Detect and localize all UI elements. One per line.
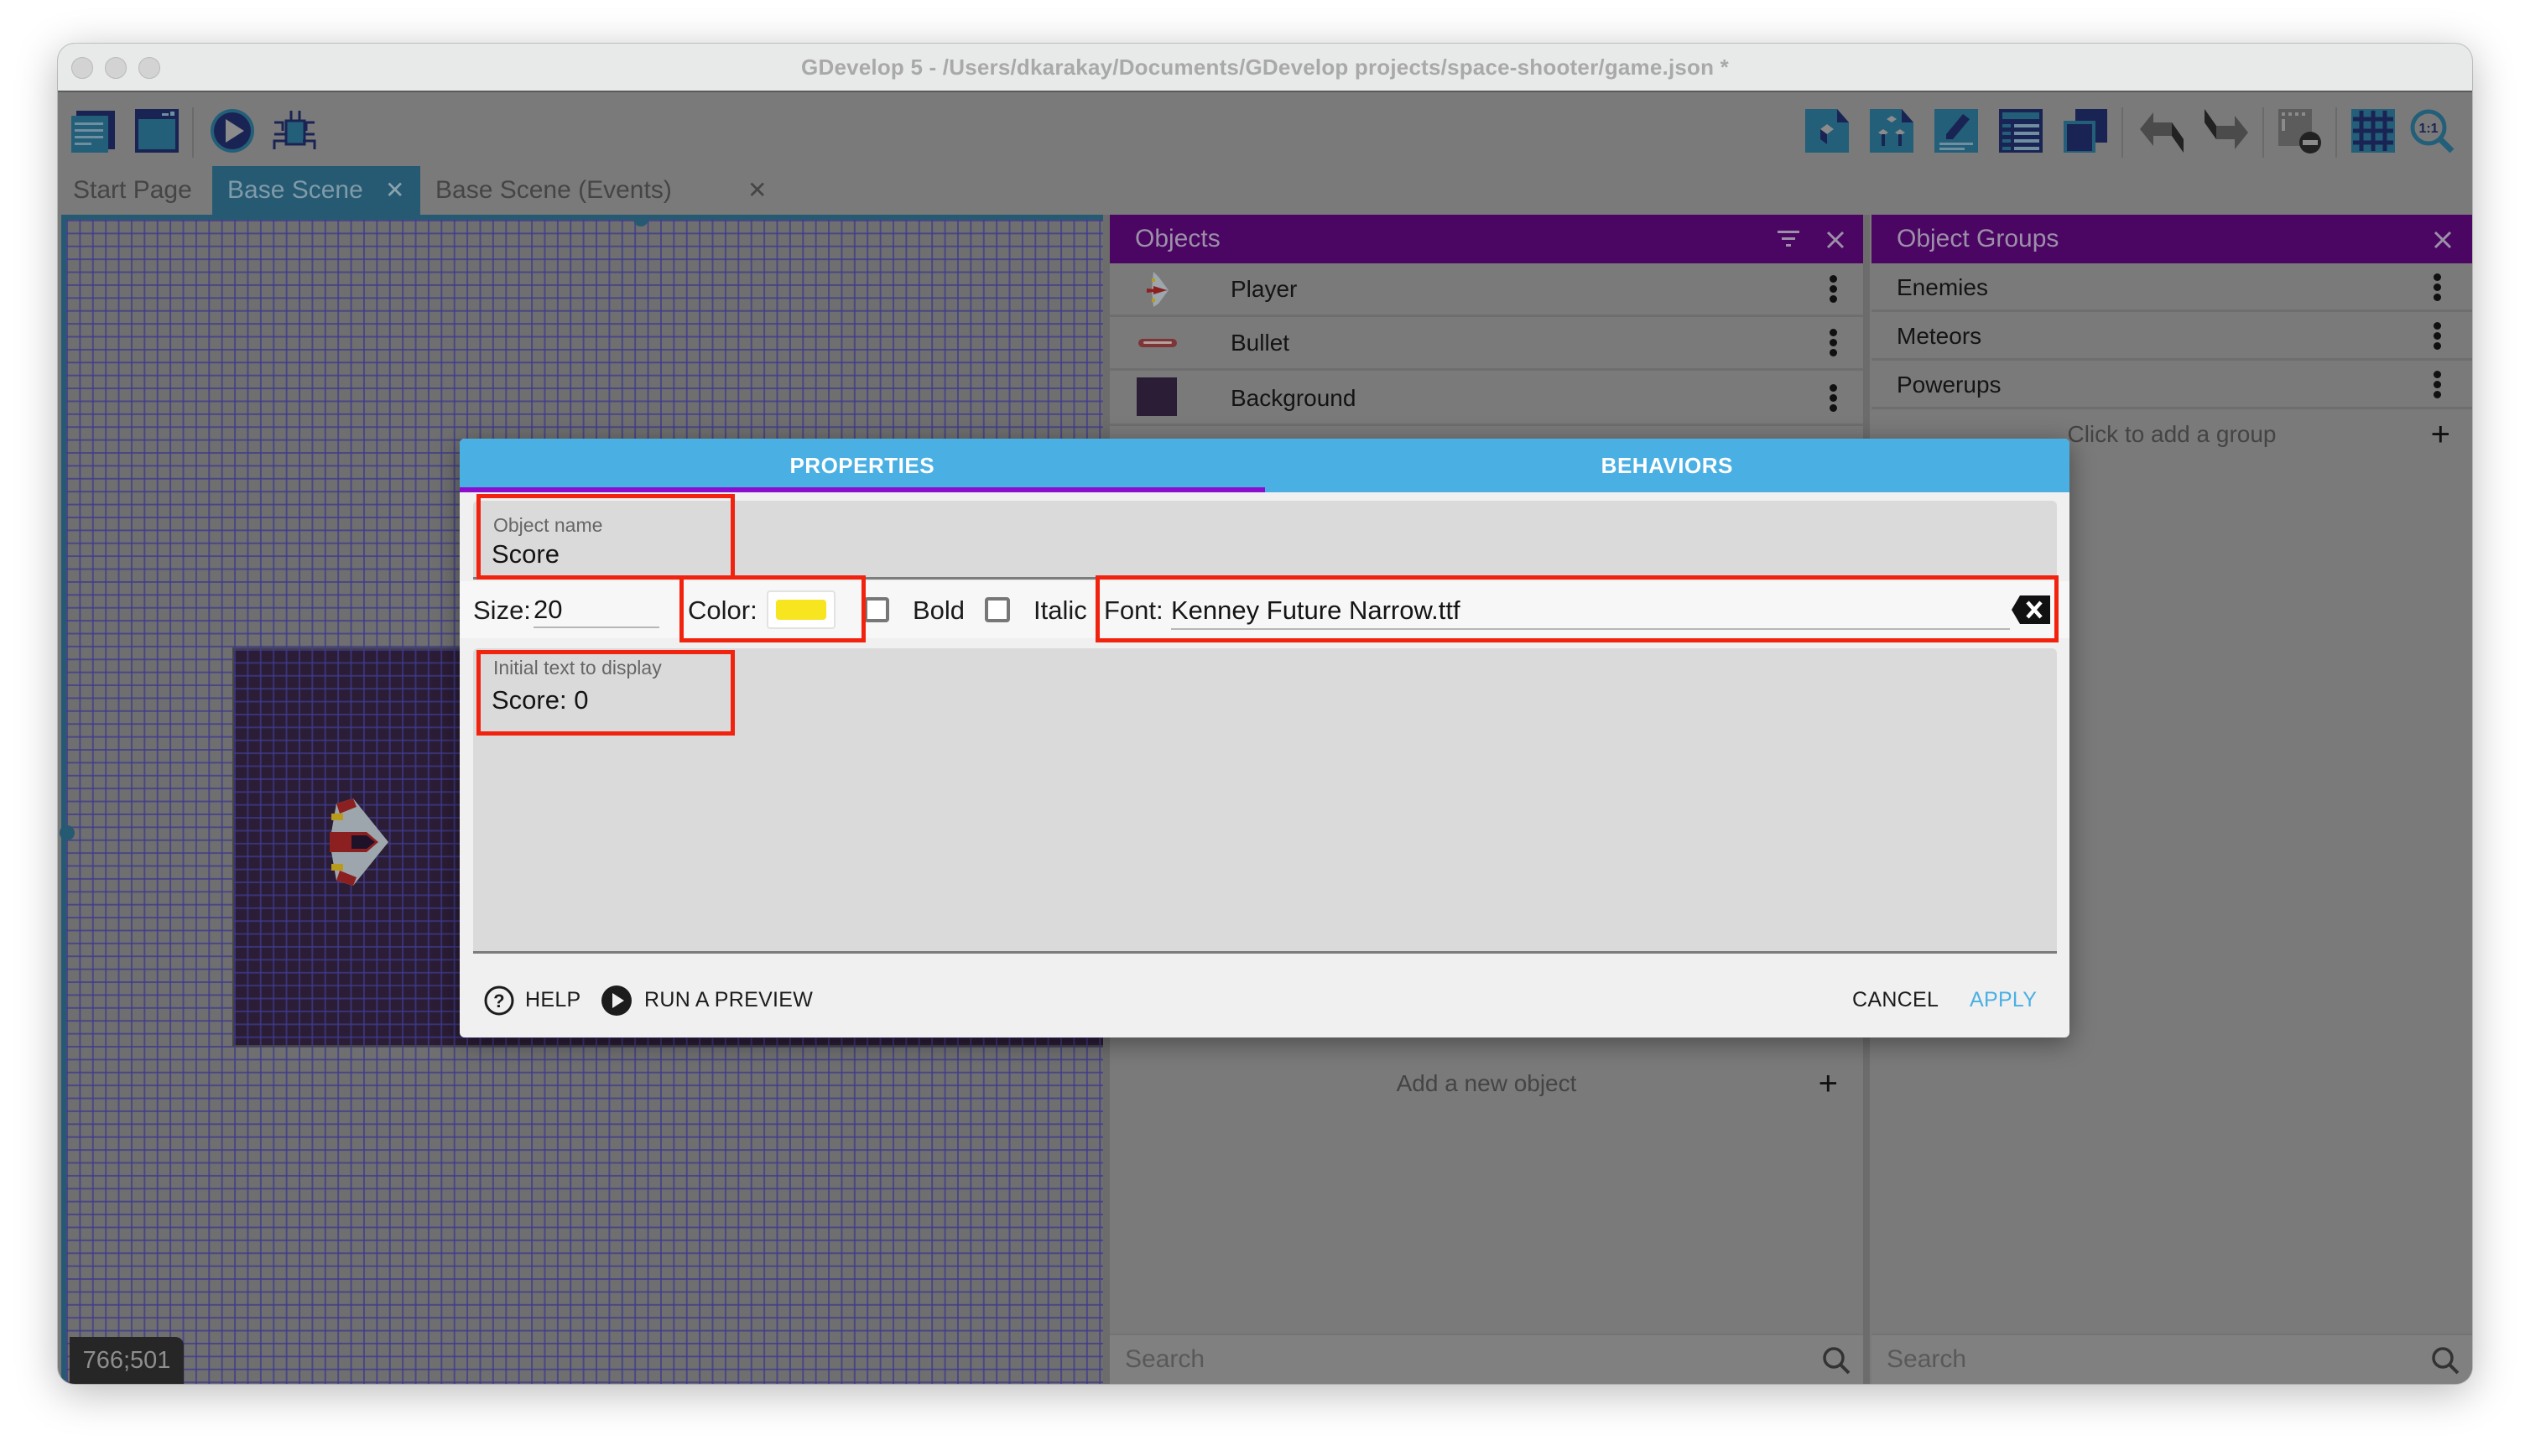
bold-label: Bold	[913, 595, 966, 625]
svg-text:?: ?	[493, 991, 505, 1011]
main-toolbar: 1:1	[58, 92, 2472, 163]
title-bar: GDevelop 5 - /Users/dkarakay/Documents/G…	[58, 44, 2472, 92]
undo-icon[interactable]	[2138, 107, 2185, 154]
project-manager-icon[interactable]	[70, 107, 117, 154]
highlight-box	[679, 575, 866, 642]
help-button[interactable]: ? HELP	[483, 962, 581, 1037]
highlight-box	[1096, 575, 2059, 642]
cursor-coordinates: 766;501	[70, 1337, 184, 1384]
object-editor-dialog: PROPERTIES BEHAVIORS Object name Size: C…	[460, 439, 2069, 1037]
grid-icon[interactable]	[2350, 107, 2397, 154]
more-options-icon[interactable]	[2434, 322, 2442, 351]
toolbar-separator	[2262, 107, 2264, 158]
help-label: HELP	[525, 988, 581, 1011]
run-preview-label: RUN A PREVIEW	[644, 988, 814, 1011]
tab-label: Base Scene (Events)	[435, 176, 672, 204]
group-name: Meteors	[1897, 323, 1982, 349]
group-list-item[interactable]: Enemies	[1871, 263, 2472, 312]
tab-label: Base Scene	[227, 176, 363, 204]
group-list-item[interactable]: Meteors	[1871, 312, 2472, 361]
plus-icon[interactable]: +	[1819, 1060, 1838, 1107]
toolbar-separator	[192, 107, 194, 158]
run-preview-button[interactable]: RUN A PREVIEW	[601, 962, 813, 1037]
plus-icon[interactable]: +	[2431, 411, 2450, 458]
guide-handle-horizontal[interactable]	[633, 215, 648, 226]
active-tab-indicator	[460, 487, 1265, 492]
bold-checkbox[interactable]	[864, 597, 889, 622]
objects-panel-header: Objects	[1110, 215, 1863, 263]
object-list-item[interactable]: Background	[1110, 371, 1863, 426]
delete-icon[interactable]	[2277, 107, 2324, 154]
object-list-item[interactable]: Player	[1110, 263, 1863, 317]
add-new-object-label: Add a new object	[1396, 1070, 1577, 1096]
more-options-icon[interactable]	[2434, 273, 2442, 302]
object-list-item[interactable]: Bullet	[1110, 317, 1863, 371]
object-groups-icon[interactable]	[1868, 107, 1915, 154]
preview-icon[interactable]	[209, 107, 256, 154]
object-groups-panel-header: Object Groups	[1871, 215, 2472, 263]
window-title: GDevelop 5 - /Users/dkarakay/Documents/G…	[801, 55, 1729, 80]
cancel-button[interactable]: CANCEL	[1852, 962, 1939, 1037]
tab-label: Start Page	[73, 176, 192, 204]
tab-properties[interactable]: PROPERTIES	[460, 439, 1265, 492]
objects-search-bar	[1110, 1334, 1863, 1384]
tab-base-scene-events[interactable]: Base Scene (Events) ✕	[420, 166, 789, 215]
more-options-icon[interactable]	[2434, 371, 2442, 399]
dialog-tabs: PROPERTIES BEHAVIORS	[460, 439, 2069, 492]
object-name: Background	[1231, 385, 1356, 411]
scene-editor-icon[interactable]	[133, 107, 180, 154]
groups-search-bar	[1871, 1334, 2472, 1384]
play-icon	[601, 985, 632, 1016]
object-name: Player	[1231, 276, 1298, 302]
groups-search-input[interactable]	[1885, 1340, 2369, 1379]
help-icon: ?	[484, 985, 514, 1016]
group-name: Enemies	[1897, 274, 1988, 300]
tab-behaviors[interactable]: BEHAVIORS	[1265, 439, 2070, 492]
tab-start-page[interactable]: Start Page	[58, 166, 212, 215]
svg-text:1:1: 1:1	[2418, 122, 2438, 136]
more-options-icon[interactable]	[1830, 384, 1838, 413]
bullet-thumbnail-icon	[1138, 339, 1177, 347]
object-icon[interactable]	[1804, 107, 1851, 154]
close-panel-icon[interactable]	[1826, 231, 1845, 249]
highlight-box	[476, 650, 735, 736]
apply-button[interactable]: APPLY	[1970, 962, 2037, 1037]
object-groups-panel-title: Object Groups	[1897, 225, 2059, 252]
zoom-reset-icon[interactable]: 1:1	[2408, 107, 2455, 154]
debugger-icon[interactable]	[271, 107, 318, 154]
size-label: Size:	[473, 595, 531, 625]
ship-thumbnail-icon	[1147, 272, 1169, 307]
objects-panel-title: Objects	[1135, 225, 1221, 252]
object-name: Bullet	[1231, 330, 1290, 356]
more-options-icon[interactable]	[1830, 275, 1838, 304]
size-input[interactable]	[534, 593, 659, 628]
add-new-object-row[interactable]: Add a new object +	[1110, 1060, 1863, 1107]
instances-list-icon[interactable]	[1997, 107, 2044, 154]
toolbar-separator	[2335, 107, 2337, 158]
objects-search-input[interactable]	[1123, 1340, 1730, 1379]
search-icon[interactable]	[1821, 1345, 1851, 1375]
tab-base-scene[interactable]: Base Scene ✕	[212, 166, 420, 215]
player-ship-instance[interactable]	[328, 798, 392, 886]
close-panel-icon[interactable]	[2434, 231, 2452, 249]
close-icon[interactable]: ✕	[385, 166, 404, 215]
editor-tabs: Start Page Base Scene ✕ Base Scene (Even…	[58, 163, 2472, 215]
highlight-box	[476, 494, 735, 580]
redo-icon[interactable]	[2203, 107, 2250, 154]
layers-icon[interactable]	[2062, 107, 2109, 154]
toolbar-separator	[2121, 107, 2123, 158]
more-options-icon[interactable]	[1830, 329, 1838, 357]
italic-label: Italic	[1033, 595, 1087, 625]
italic-checkbox[interactable]	[985, 597, 1010, 622]
close-icon[interactable]: ✕	[747, 166, 767, 215]
group-name: Powerups	[1897, 372, 2002, 398]
search-icon[interactable]	[2430, 1345, 2460, 1375]
filter-icon[interactable]	[1778, 229, 1799, 249]
dialog-footer: ? HELP RUN A PREVIEW CANCEL APPLY	[460, 962, 2069, 1037]
group-list-item[interactable]: Powerups	[1871, 361, 2472, 409]
background-thumbnail-icon	[1137, 377, 1177, 416]
guide-handle-vertical[interactable]	[60, 825, 75, 840]
properties-icon[interactable]	[1933, 107, 1980, 154]
